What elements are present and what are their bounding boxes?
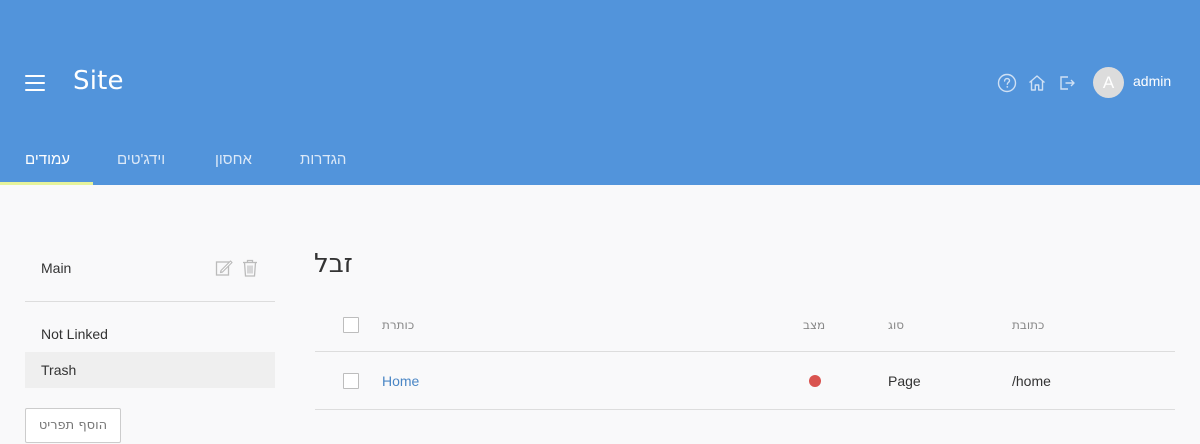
column-header-type[interactable]: סוג bbox=[888, 318, 904, 332]
menu-sidebar: Main Not Linked Trash הוסף תפריט bbox=[25, 245, 275, 443]
pages-table: כותרת מצב סוג כתובת Home Page /home bbox=[315, 300, 1175, 410]
hamburger-menu-icon[interactable] bbox=[25, 75, 45, 91]
user-avatar[interactable]: A bbox=[1093, 67, 1124, 98]
sidebar-item-actions bbox=[207, 258, 259, 278]
column-header-address[interactable]: כתובת bbox=[1012, 318, 1044, 332]
add-menu-button[interactable]: הוסף תפריט bbox=[25, 408, 121, 443]
table-row[interactable]: Home Page /home bbox=[315, 352, 1175, 410]
column-header-status[interactable]: מצב bbox=[803, 318, 825, 332]
sidebar-item-trash[interactable]: Trash bbox=[25, 352, 275, 388]
username-label[interactable]: admin bbox=[1133, 73, 1171, 89]
edit-icon[interactable] bbox=[215, 258, 233, 278]
sidebar-item-main[interactable]: Main bbox=[25, 245, 275, 291]
page-title: זבל bbox=[314, 249, 353, 279]
trash-icon[interactable] bbox=[241, 258, 259, 278]
row-address: /home bbox=[1012, 373, 1051, 389]
home-icon[interactable] bbox=[1026, 72, 1048, 94]
sidebar-item-label: Main bbox=[41, 260, 72, 276]
logout-icon[interactable] bbox=[1056, 72, 1078, 94]
header-icon-group bbox=[996, 72, 1086, 94]
help-icon[interactable] bbox=[996, 72, 1018, 94]
tab-widgets[interactable]: וידג'טים bbox=[117, 137, 165, 185]
select-all-checkbox[interactable] bbox=[343, 317, 359, 333]
status-indicator bbox=[809, 375, 821, 387]
sidebar-item-not-linked[interactable]: Not Linked bbox=[25, 316, 275, 352]
tab-settings[interactable]: הגדרות bbox=[300, 137, 346, 185]
active-tab-indicator bbox=[0, 182, 93, 185]
sidebar-item-label: Not Linked bbox=[41, 326, 108, 342]
row-checkbox[interactable] bbox=[343, 373, 359, 389]
row-title-link[interactable]: Home bbox=[382, 373, 419, 389]
row-type: Page bbox=[888, 373, 921, 389]
sidebar-item-label: Trash bbox=[41, 362, 77, 378]
sidebar-divider bbox=[25, 301, 275, 302]
site-title: Site bbox=[73, 66, 124, 96]
column-header-title[interactable]: כותרת bbox=[382, 318, 414, 332]
tab-pages[interactable]: עמודים bbox=[25, 137, 70, 185]
table-header: כותרת מצב סוג כתובת bbox=[315, 300, 1175, 352]
top-header: Site A admin עמודים וידג'טים אחסון הגדרו… bbox=[0, 0, 1200, 185]
tab-storage[interactable]: אחסון bbox=[215, 137, 252, 185]
